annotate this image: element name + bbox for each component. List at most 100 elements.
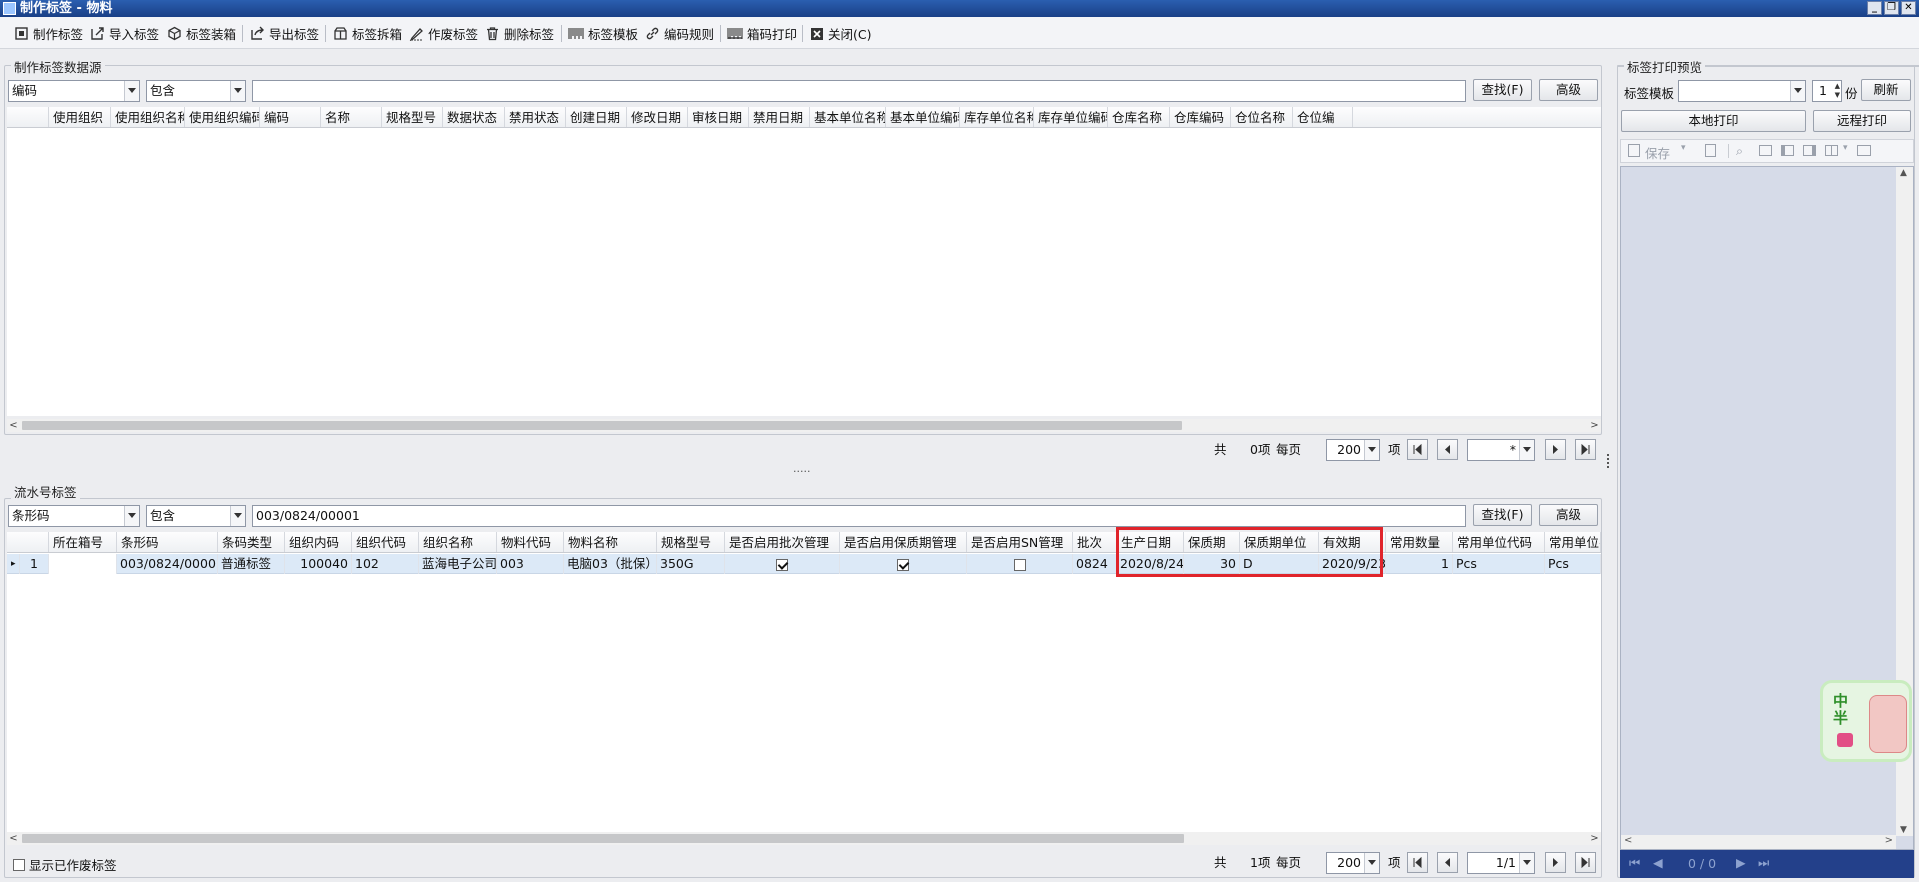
scroll-thumb[interactable] [22, 834, 1184, 843]
column-header[interactable]: 禁用日期 [749, 107, 810, 127]
column-header[interactable]: 库存单位编码 [1034, 107, 1108, 127]
column-header[interactable]: 仓位编 [1293, 107, 1353, 127]
scroll-left-icon[interactable]: < [7, 419, 20, 432]
source-advanced-button[interactable]: 高级 [1539, 79, 1598, 101]
batch-mgmt-checkbox[interactable] [776, 558, 788, 571]
column-header[interactable]: 组织内码 [285, 532, 352, 552]
cell-material-name[interactable]: 电脑03（批保） [564, 554, 657, 574]
shelf-life-mgmt-checkbox[interactable] [897, 558, 909, 571]
void-label-button[interactable]: 作废标签 [409, 24, 478, 43]
column-header[interactable]: 物料代码 [497, 532, 564, 552]
cell-batch-mgmt[interactable] [725, 554, 840, 574]
remote-print-button[interactable]: 远程打印 [1813, 110, 1911, 132]
column-header[interactable]: 规格型号 [657, 532, 725, 552]
column-header[interactable]: 使用组织名称 [111, 107, 185, 127]
serial-first-page-button[interactable] [1407, 852, 1428, 873]
source-page-size-select[interactable]: 200 [1326, 439, 1380, 461]
column-header[interactable]: 修改日期 [627, 107, 688, 127]
source-next-page-button[interactable] [1545, 439, 1566, 460]
box-print-button[interactable]: 箱码打印 [727, 24, 797, 43]
preview-prev-icon[interactable]: ◀ [1653, 855, 1663, 870]
source-field-select[interactable]: 编码 [8, 80, 140, 102]
column-header[interactable]: 基本单位编码 [886, 107, 960, 127]
column-header[interactable]: 物料名称 [564, 532, 657, 552]
column-header[interactable]: 组织名称 [419, 532, 497, 552]
show-void-toggle[interactable]: 显示已作废标签 [13, 855, 117, 874]
preview-horizontal-scrollbar[interactable]: < > [1621, 835, 1896, 849]
scroll-down-icon[interactable]: ▼ [1900, 825, 1907, 835]
column-header[interactable]: 条形码 [117, 532, 218, 552]
column-header[interactable]: 编码 [260, 107, 321, 127]
cell-org-code[interactable]: 102 [352, 554, 419, 574]
column-header[interactable]: 使用组织 [49, 107, 111, 127]
source-search-input[interactable] [252, 80, 1466, 102]
template-select[interactable] [1678, 80, 1806, 102]
cell-unit-name[interactable]: Pcs [1545, 554, 1601, 574]
column-header[interactable]: 创建日期 [566, 107, 627, 127]
source-last-page-button[interactable] [1575, 439, 1596, 460]
two-page-icon[interactable] [1803, 145, 1816, 156]
column-header[interactable]: 使用组织编码 [185, 107, 260, 127]
multi-page-icon[interactable] [1825, 145, 1838, 156]
coding-rule-button[interactable]: 编码规则 [645, 24, 714, 43]
source-search-button[interactable]: 查找(F) [1473, 79, 1532, 101]
column-header[interactable]: 所在箱号 [49, 532, 117, 552]
clipboard-icon[interactable] [1705, 144, 1716, 157]
save-disk-icon[interactable] [1628, 144, 1640, 157]
fullscreen-icon[interactable] [1857, 145, 1871, 156]
column-header[interactable]: 是否启用保质期管理 [840, 532, 967, 552]
column-header[interactable]: 审核日期 [688, 107, 749, 127]
column-header[interactable]: 是否启用SN管理 [967, 532, 1073, 552]
cell-barcode-type[interactable]: 普通标签 [218, 554, 285, 574]
column-header[interactable]: 常用单位代码 [1453, 532, 1545, 552]
column-header[interactable]: 数据状态 [443, 107, 505, 127]
source-horizontal-scrollbar[interactable]: < > [7, 419, 1601, 432]
serial-search-button[interactable]: 查找(F) [1473, 504, 1532, 526]
column-header[interactable]: 组织代码 [352, 532, 419, 552]
serial-prev-page-button[interactable] [1437, 852, 1458, 873]
preview-next-icon[interactable]: ▶ [1736, 855, 1746, 870]
source-first-page-button[interactable] [1407, 439, 1428, 460]
page-width-icon[interactable] [1781, 145, 1794, 156]
show-void-checkbox[interactable] [13, 858, 25, 871]
spinner-arrows-icon[interactable]: ▲ ▼ [1835, 82, 1840, 100]
serial-field-select[interactable]: 条形码 [8, 505, 140, 527]
minimize-icon[interactable]: _ [1867, 1, 1882, 15]
preview-save-button[interactable]: 保存 [1645, 143, 1670, 162]
scroll-left-icon[interactable]: < [1624, 835, 1632, 846]
panel-splitter-grip[interactable]: ..... [793, 462, 810, 475]
column-header[interactable]: 是否启用批次管理 [725, 532, 840, 552]
preview-first-icon[interactable]: ⏮ [1629, 855, 1640, 871]
scroll-right-icon[interactable]: > [1885, 835, 1893, 846]
binoculars-icon[interactable]: ⌕ [1736, 143, 1743, 159]
cell-batch[interactable]: 0824 [1073, 554, 1117, 574]
column-header[interactable]: 批次 [1073, 532, 1117, 552]
chevron-down-icon[interactable]: ▾ [1843, 143, 1848, 153]
source-page-select[interactable]: * [1467, 439, 1535, 461]
local-print-button[interactable]: 本地打印 [1621, 110, 1806, 132]
copies-spinner[interactable]: 1 ▲ ▼ [1812, 80, 1842, 102]
column-header[interactable]: 名称 [321, 107, 382, 127]
cell-shelf-life-mgmt[interactable] [840, 554, 967, 574]
column-header[interactable]: 基本单位名称 [810, 107, 886, 127]
export-label-button[interactable]: 导出标签 [250, 24, 319, 43]
close-window-icon[interactable]: ✕ [1901, 1, 1916, 15]
serial-advanced-button[interactable]: 高级 [1539, 504, 1598, 526]
source-prev-page-button[interactable] [1437, 439, 1458, 460]
make-label-button[interactable]: 制作标签 [14, 24, 83, 43]
column-header[interactable]: 常用数量 [1386, 532, 1453, 552]
column-header[interactable]: 常用单位名 [1545, 532, 1601, 552]
scroll-right-icon[interactable]: > [1588, 419, 1601, 432]
cell-barcode[interactable]: 003/0824/00001 [117, 554, 218, 574]
column-header[interactable]: 规格型号 [382, 107, 443, 127]
scroll-up-icon[interactable]: ▲ [1900, 168, 1907, 178]
source-operator-select[interactable]: 包含 [146, 80, 246, 102]
cell-spec[interactable]: 350G [657, 554, 725, 574]
column-header[interactable]: 仓库编码 [1170, 107, 1231, 127]
template-label-button[interactable]: 标签模板 [568, 24, 638, 43]
scroll-left-icon[interactable]: < [7, 832, 20, 845]
cell-sn-mgmt[interactable] [967, 554, 1073, 574]
serial-page-select[interactable]: 1/1 [1467, 852, 1535, 874]
column-header[interactable]: 条码类型 [218, 532, 285, 552]
column-header[interactable]: 禁用状态 [505, 107, 566, 127]
